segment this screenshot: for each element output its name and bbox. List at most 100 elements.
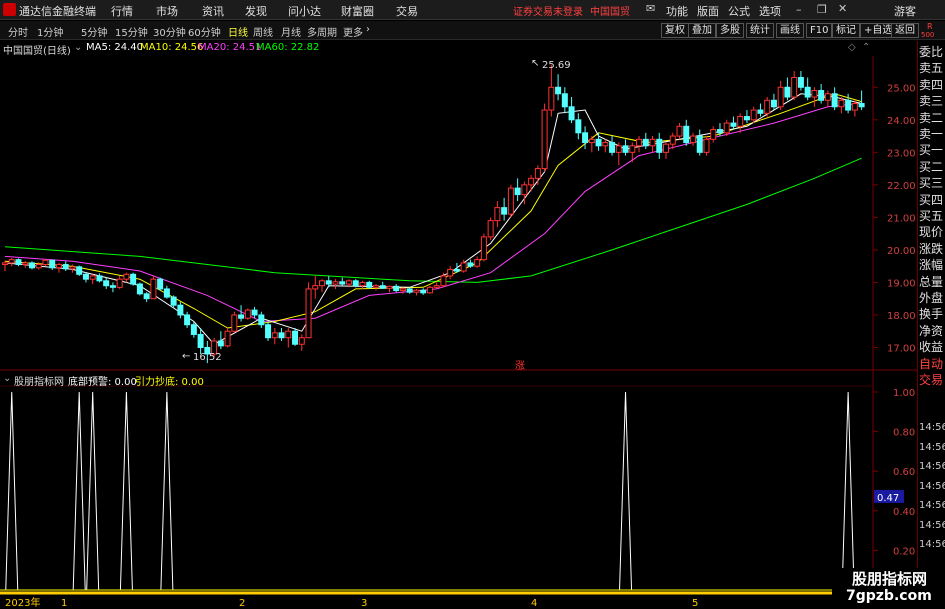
candle[interactable] (109, 282, 116, 293)
candle[interactable] (480, 233, 487, 262)
candle[interactable] (588, 136, 595, 153)
candle[interactable] (96, 273, 103, 283)
candle[interactable] (656, 132, 663, 159)
candle[interactable] (737, 113, 744, 133)
candle[interactable] (615, 142, 622, 166)
candle[interactable] (184, 311, 191, 328)
candle[interactable] (265, 321, 272, 341)
candle[interactable] (42, 259, 49, 267)
candle[interactable] (359, 280, 366, 289)
candle[interactable] (777, 80, 784, 111)
candle[interactable] (244, 308, 251, 320)
candle[interactable] (8, 258, 15, 267)
candle[interactable] (770, 93, 777, 111)
candle[interactable] (55, 262, 62, 273)
candle[interactable] (116, 275, 123, 289)
candle[interactable] (285, 327, 292, 348)
candle[interactable] (197, 327, 204, 354)
candle[interactable] (636, 136, 643, 153)
candle[interactable] (467, 259, 474, 268)
candle[interactable] (831, 87, 838, 111)
candle[interactable] (123, 272, 130, 283)
candle[interactable] (150, 275, 157, 300)
candle[interactable] (602, 139, 609, 153)
candle[interactable] (352, 279, 359, 288)
candle[interactable] (750, 106, 757, 124)
candle[interactable] (703, 136, 710, 156)
candle[interactable] (157, 277, 164, 291)
candle[interactable] (366, 280, 373, 289)
candle[interactable] (528, 175, 535, 192)
candle[interactable] (258, 311, 265, 328)
candle[interactable] (501, 197, 508, 221)
candle[interactable] (278, 327, 285, 341)
indicator-name[interactable]: 股朋指标网 (14, 373, 64, 388)
candle[interactable] (797, 71, 804, 91)
candle[interactable] (217, 331, 224, 350)
candle[interactable] (730, 116, 737, 130)
candle[interactable] (622, 139, 629, 156)
candle[interactable] (784, 77, 791, 101)
candle[interactable] (319, 279, 326, 293)
candle[interactable] (224, 327, 231, 348)
candle[interactable] (514, 178, 521, 202)
candle[interactable] (163, 285, 170, 299)
candle[interactable] (15, 258, 22, 267)
candle[interactable] (696, 129, 703, 156)
candle[interactable] (22, 260, 29, 268)
candle[interactable] (710, 126, 717, 143)
candle[interactable] (595, 132, 602, 151)
candle[interactable] (231, 311, 238, 333)
candle[interactable] (143, 292, 150, 302)
candle[interactable] (791, 71, 798, 101)
candle[interactable] (649, 136, 656, 153)
candle[interactable] (372, 284, 379, 291)
candle[interactable] (312, 275, 319, 299)
candle[interactable] (824, 90, 831, 107)
candle[interactable] (642, 132, 649, 150)
side-label[interactable]: 自动 (919, 356, 945, 372)
candle[interactable] (298, 334, 305, 351)
candle[interactable] (420, 288, 427, 295)
candle[interactable] (487, 217, 494, 241)
candle[interactable] (292, 327, 299, 346)
candle[interactable] (541, 103, 548, 172)
candle[interactable] (379, 281, 386, 289)
candle[interactable] (62, 261, 69, 272)
candle[interactable] (818, 84, 825, 104)
candle[interactable] (89, 274, 96, 285)
candle[interactable] (663, 142, 670, 159)
candle[interactable] (386, 285, 393, 293)
candle[interactable] (757, 103, 764, 117)
candle[interactable] (683, 119, 690, 146)
candle[interactable] (305, 282, 312, 339)
side-label[interactable]: 交易 (919, 372, 945, 388)
candle[interactable] (49, 259, 56, 271)
candle[interactable] (534, 165, 541, 185)
candle[interactable] (426, 285, 433, 294)
candle[interactable] (103, 277, 110, 289)
candle[interactable] (393, 284, 400, 293)
candle[interactable] (474, 256, 481, 268)
candle[interactable] (561, 87, 568, 114)
candle[interactable] (136, 282, 143, 296)
candle[interactable] (811, 87, 818, 107)
candle[interactable] (689, 132, 696, 146)
candle[interactable] (76, 265, 83, 276)
candle[interactable] (568, 97, 575, 124)
candle[interactable] (339, 277, 346, 286)
candle[interactable] (251, 306, 258, 319)
candle[interactable] (406, 287, 413, 294)
candle[interactable] (804, 77, 811, 101)
candle[interactable] (575, 113, 582, 140)
candle[interactable] (332, 279, 339, 289)
candle[interactable] (271, 327, 278, 345)
candle[interactable] (743, 110, 750, 124)
candle[interactable] (858, 90, 865, 111)
candle[interactable] (28, 261, 35, 270)
candle[interactable] (676, 123, 683, 140)
candle[interactable] (764, 97, 771, 117)
candle[interactable] (447, 266, 454, 280)
candle[interactable] (609, 136, 616, 156)
indicator-toggle-icon[interactable]: ⌄ (3, 373, 11, 384)
